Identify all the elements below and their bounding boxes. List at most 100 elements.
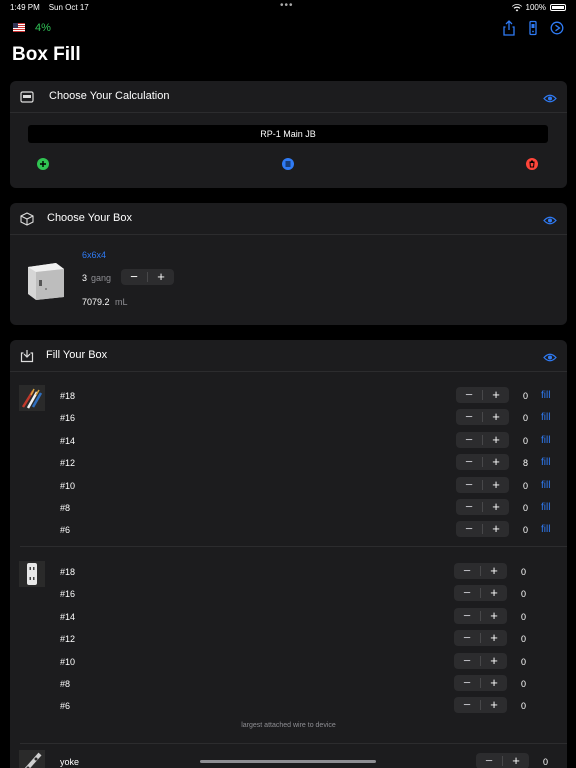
device-stepper: − +	[454, 652, 507, 669]
conductor-gauge-label: #16	[60, 413, 76, 424]
device-stepper: − +	[454, 607, 507, 624]
conductor-stepper: − +	[456, 476, 509, 493]
conductor-decrement-button[interactable]: −	[456, 499, 482, 515]
device-count: 0	[520, 589, 526, 600]
yoke-increment-button[interactable]: +	[503, 753, 529, 768]
page-title: Box Fill	[12, 44, 81, 65]
status-bar: 1:49 PM Sun Oct 17 ••• 100%	[0, 0, 576, 14]
gang-increment-button[interactable]: +	[148, 269, 174, 285]
gang-decrement-button[interactable]: −	[121, 269, 147, 285]
device-icon[interactable]	[526, 20, 540, 36]
yoke-decrement-button[interactable]: −	[476, 753, 502, 768]
fill-link[interactable]: fill	[541, 390, 550, 401]
device-stepper: − +	[454, 630, 507, 647]
device-count: 0	[520, 656, 526, 667]
conductor-count: 8	[522, 458, 528, 469]
conductor-wires-icon	[19, 385, 45, 411]
fill-link[interactable]: fill	[541, 457, 550, 468]
device-stepper: − +	[454, 697, 507, 714]
calculation-header[interactable]: Choose Your Calculation	[10, 81, 567, 113]
device-stepper: − +	[454, 563, 507, 579]
conductor-count: 0	[522, 503, 528, 513]
home-indicator[interactable]	[200, 760, 376, 763]
fill-link[interactable]: fill	[541, 502, 550, 513]
multitask-dots-icon[interactable]: •••	[280, 0, 294, 11]
conductor-decrement-button[interactable]: −	[456, 432, 482, 448]
device-gauge-label: #8	[60, 679, 71, 689]
conductor-increment-button[interactable]: +	[483, 477, 509, 493]
gang-label: gang	[91, 273, 112, 283]
us-flag-icon[interactable]	[13, 23, 25, 32]
fill-title: Fill Your Box	[46, 349, 108, 361]
device-increment-button[interactable]: +	[481, 653, 507, 669]
conductor-gauge-label: #6	[60, 525, 71, 536]
conductor-stepper: − +	[456, 431, 509, 448]
gang-stepper: − +	[121, 269, 174, 285]
device-increment-button[interactable]: +	[481, 563, 507, 579]
yoke-strap-icon	[19, 750, 45, 768]
device-increment-button[interactable]: +	[481, 630, 507, 646]
conductor-increment-button[interactable]: +	[483, 387, 509, 403]
visibility-eye-icon[interactable]	[543, 213, 557, 225]
box-header[interactable]: Choose Your Box	[10, 203, 567, 235]
conductor-count: 0	[522, 391, 528, 401]
device-increment-button[interactable]: +	[481, 608, 507, 624]
fill-link[interactable]: fill	[541, 524, 550, 535]
conductor-increment-button[interactable]: +	[483, 499, 509, 515]
visibility-eye-icon[interactable]	[543, 350, 557, 362]
device-gauge-label: #14	[60, 611, 76, 622]
calculation-selector[interactable]: RP-1 Main JB	[28, 125, 548, 143]
device-gauge-label: #6	[60, 701, 71, 712]
calculation-card: Choose Your Calculation RP-1 Main JB	[10, 81, 567, 188]
conductor-gauge-label: #10	[60, 480, 76, 491]
box-volume-unit: mL	[115, 297, 128, 307]
visibility-eye-icon[interactable]	[543, 91, 557, 103]
conductor-increment-button[interactable]: +	[483, 409, 509, 425]
device-decrement-button[interactable]: −	[454, 585, 480, 601]
box-size-link[interactable]: 6x6x4	[82, 250, 106, 260]
conductor-decrement-button[interactable]: −	[456, 477, 482, 493]
toolbar: 4%	[0, 20, 576, 38]
device-gauge-label: #12	[60, 634, 76, 645]
box-volume: 7079.2	[82, 297, 110, 307]
fill-link[interactable]: fill	[541, 480, 550, 491]
device-increment-button[interactable]: +	[481, 675, 507, 691]
conductor-gauge-label: #8	[60, 503, 71, 513]
device-increment-button[interactable]: +	[481, 585, 507, 601]
tray-download-icon	[20, 349, 34, 363]
list-calculations-button[interactable]	[282, 158, 294, 170]
device-decrement-button[interactable]: −	[454, 630, 480, 646]
conductor-count: 0	[522, 525, 528, 536]
yoke-count: 0	[542, 757, 548, 767]
junction-box-image	[24, 259, 66, 301]
share-icon[interactable]	[502, 20, 516, 36]
device-stepper: − +	[454, 675, 507, 691]
conductor-stepper: − +	[456, 387, 509, 403]
calculation-title: Choose Your Calculation	[49, 90, 170, 102]
conductor-decrement-button[interactable]: −	[456, 454, 482, 470]
fill-link[interactable]: fill	[541, 412, 550, 423]
conductor-stepper: − +	[456, 499, 509, 515]
conductor-increment-button[interactable]: +	[483, 521, 509, 537]
conductor-increment-button[interactable]: +	[483, 454, 509, 470]
device-decrement-button[interactable]: −	[454, 608, 480, 624]
device-gauge-label: #18	[60, 567, 76, 577]
conductor-increment-button[interactable]: +	[483, 432, 509, 448]
delete-calculation-button[interactable]	[526, 158, 538, 170]
conductor-decrement-button[interactable]: −	[456, 521, 482, 537]
battery-percent: 100%	[525, 3, 546, 12]
device-decrement-button[interactable]: −	[454, 653, 480, 669]
conductor-decrement-button[interactable]: −	[456, 387, 482, 403]
device-decrement-button[interactable]: −	[454, 563, 480, 579]
device-count: 0	[520, 679, 526, 689]
add-calculation-button[interactable]	[37, 158, 49, 170]
device-decrement-button[interactable]: −	[454, 697, 480, 713]
device-increment-button[interactable]: +	[481, 697, 507, 713]
fill-link[interactable]: fill	[541, 435, 550, 446]
conductor-decrement-button[interactable]: −	[456, 409, 482, 425]
fill-card: Fill Your Box #18− +0 fill #16− +0 fill #14− +0…	[10, 340, 567, 768]
play-circle-icon[interactable]	[550, 20, 564, 36]
device-stepper: − +	[454, 585, 507, 602]
device-decrement-button[interactable]: −	[454, 675, 480, 691]
fill-header[interactable]: Fill Your Box	[10, 340, 567, 372]
